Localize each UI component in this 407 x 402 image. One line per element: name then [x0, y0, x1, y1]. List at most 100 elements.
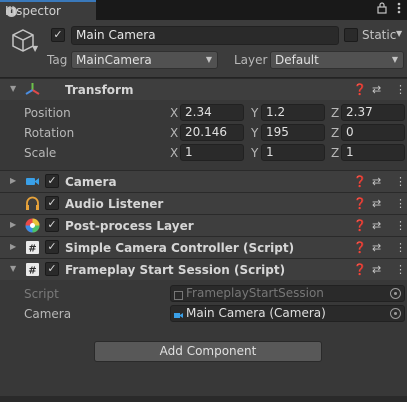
script-file-icon — [174, 289, 183, 300]
rotation-y-field[interactable]: 195 — [261, 124, 325, 141]
camera-value: Main Camera (Camera) — [186, 306, 326, 320]
tab-inspector-label: Inspector — [5, 4, 61, 18]
rotation-label: Rotation — [24, 126, 75, 140]
position-x-field[interactable]: 2.34 — [180, 104, 244, 121]
script-field: FrameplayStartSession — [170, 285, 405, 302]
component-title: Transform — [65, 83, 134, 97]
preset-sliders-icon[interactable]: ⇄ — [372, 197, 381, 210]
component-enabled-checkbox[interactable]: ✓ — [45, 196, 59, 210]
headphones-icon — [25, 196, 40, 211]
object-picker-icon[interactable] — [390, 308, 401, 319]
layer-dropdown[interactable]: Default ▼ — [270, 51, 404, 69]
foldout-closed-icon[interactable]: ▶ — [10, 176, 16, 185]
bottom-border — [0, 396, 407, 402]
help-icon[interactable]: ❓ — [353, 219, 367, 232]
svg-text:#: # — [28, 266, 36, 277]
script-icon: # — [25, 240, 40, 255]
script-icon: # — [25, 262, 40, 277]
component-enabled-checkbox[interactable]: ✓ — [45, 262, 59, 276]
scale-y-field[interactable]: 1 — [261, 144, 325, 161]
post-process-icon — [25, 218, 40, 233]
tab-inspector[interactable]: i Inspector — [0, 0, 96, 20]
kebab-menu-icon[interactable] — [397, 2, 401, 17]
help-icon[interactable]: ❓ — [353, 241, 367, 254]
foldout-open-icon[interactable]: ▼ — [10, 264, 16, 273]
component-enabled-checkbox[interactable]: ✓ — [45, 174, 59, 188]
kebab-menu-icon[interactable]: ⋮ — [395, 241, 406, 254]
axis-z-label: Z — [331, 126, 340, 140]
camera-icon — [174, 309, 183, 318]
component-title: Audio Listener — [65, 197, 164, 211]
axis-x-label: X — [170, 106, 179, 120]
gameobject-active-checkbox[interactable]: ✓ — [51, 28, 65, 42]
gameobject-name-field[interactable]: Main Camera — [71, 26, 339, 45]
component-title: Frameplay Start Session (Script) — [65, 263, 286, 277]
axis-x-label: X — [170, 126, 179, 140]
tag-value: MainCamera — [76, 53, 152, 67]
transform-icon — [25, 82, 40, 97]
preset-sliders-icon[interactable]: ⇄ — [372, 83, 381, 96]
kebab-menu-icon[interactable]: ⋮ — [395, 263, 406, 276]
chevron-down-icon[interactable]: ▼ — [32, 44, 38, 53]
static-label: Static — [362, 28, 397, 42]
component-title: Simple Camera Controller (Script) — [65, 241, 295, 255]
tab-bar: i Inspector — [0, 0, 407, 20]
position-label: Position — [24, 106, 71, 120]
component-header-post-process-layer[interactable]: ▶ ✓ Post-process Layer ❓ ⇄ ⋮ — [0, 214, 407, 236]
add-component-button[interactable]: Add Component — [94, 341, 322, 362]
component-title: Post-process Layer — [65, 219, 194, 233]
preset-sliders-icon[interactable]: ⇄ — [372, 241, 381, 254]
help-icon[interactable]: ❓ — [353, 175, 367, 188]
svg-text:#: # — [28, 244, 36, 255]
tag-dropdown[interactable]: MainCamera ▼ — [71, 51, 218, 69]
preset-sliders-icon[interactable]: ⇄ — [372, 263, 381, 276]
component-header-simple-camera-controller[interactable]: ▶ # ✓ Simple Camera Controller (Script) … — [0, 236, 407, 258]
rotation-x-field[interactable]: 20.146 — [180, 124, 244, 141]
static-checkbox[interactable] — [344, 28, 358, 42]
tag-label: Tag — [47, 53, 68, 67]
preset-sliders-icon[interactable]: ⇄ — [372, 219, 381, 232]
scale-z-field[interactable]: 1 — [341, 144, 405, 161]
help-icon[interactable]: ❓ — [353, 197, 367, 210]
kebab-menu-icon[interactable]: ⋮ — [395, 219, 406, 232]
component-header-camera[interactable]: ▶ ✓ Camera ❓ ⇄ ⋮ — [0, 170, 407, 192]
kebab-menu-icon[interactable]: ⋮ — [395, 197, 406, 210]
axis-x-label: X — [170, 146, 179, 160]
axis-y-label: Y — [251, 126, 259, 140]
rotation-z-field[interactable]: 0 — [341, 124, 405, 141]
kebab-menu-icon[interactable]: ⋮ — [395, 175, 406, 188]
layer-value: Default — [275, 53, 319, 67]
position-y-field[interactable]: 1.2 — [261, 104, 325, 121]
layer-label: Layer — [234, 53, 268, 67]
component-header-frameplay-start-session[interactable]: ▼ # ✓ Frameplay Start Session (Script) ❓… — [0, 258, 407, 280]
foldout-open-icon[interactable]: ▼ — [10, 84, 16, 93]
axis-y-label: Y — [251, 106, 259, 120]
component-header-transform[interactable]: ▼ Transform ❓ ⇄ ⋮ — [0, 78, 407, 100]
lock-icon[interactable] — [377, 2, 387, 17]
script-value: FrameplayStartSession — [186, 286, 324, 300]
help-icon[interactable]: ❓ — [353, 83, 367, 96]
chevron-down-icon: ▼ — [205, 55, 212, 64]
static-dropdown-icon[interactable]: ▼ — [396, 29, 402, 38]
component-enabled-checkbox[interactable]: ✓ — [45, 218, 59, 232]
object-picker-icon — [390, 288, 401, 299]
chevron-down-icon: ▼ — [391, 55, 398, 64]
foldout-closed-icon[interactable]: ▶ — [10, 242, 16, 251]
kebab-menu-icon[interactable]: ⋮ — [395, 83, 406, 96]
component-title: Camera — [65, 175, 117, 189]
gameobject-header: ▼ ✓ Main Camera Static ▼ Tag MainCamera … — [0, 20, 407, 78]
position-z-field[interactable]: 2.37 — [341, 104, 405, 121]
component-enabled-checkbox[interactable]: ✓ — [45, 240, 59, 254]
preset-sliders-icon[interactable]: ⇄ — [372, 175, 381, 188]
component-header-audio-listener[interactable]: ✓ Audio Listener ❓ ⇄ ⋮ — [0, 192, 407, 214]
help-icon[interactable]: ❓ — [353, 263, 367, 276]
scale-x-field[interactable]: 1 — [180, 144, 244, 161]
camera-label: Camera — [24, 307, 72, 321]
script-label: Script — [24, 287, 59, 301]
camera-object-field[interactable]: Main Camera (Camera) — [170, 305, 405, 322]
axis-z-label: Z — [331, 106, 340, 120]
axis-z-label: Z — [331, 146, 340, 160]
scale-label: Scale — [24, 146, 57, 160]
foldout-closed-icon[interactable]: ▶ — [10, 220, 16, 229]
camera-icon — [25, 174, 40, 189]
